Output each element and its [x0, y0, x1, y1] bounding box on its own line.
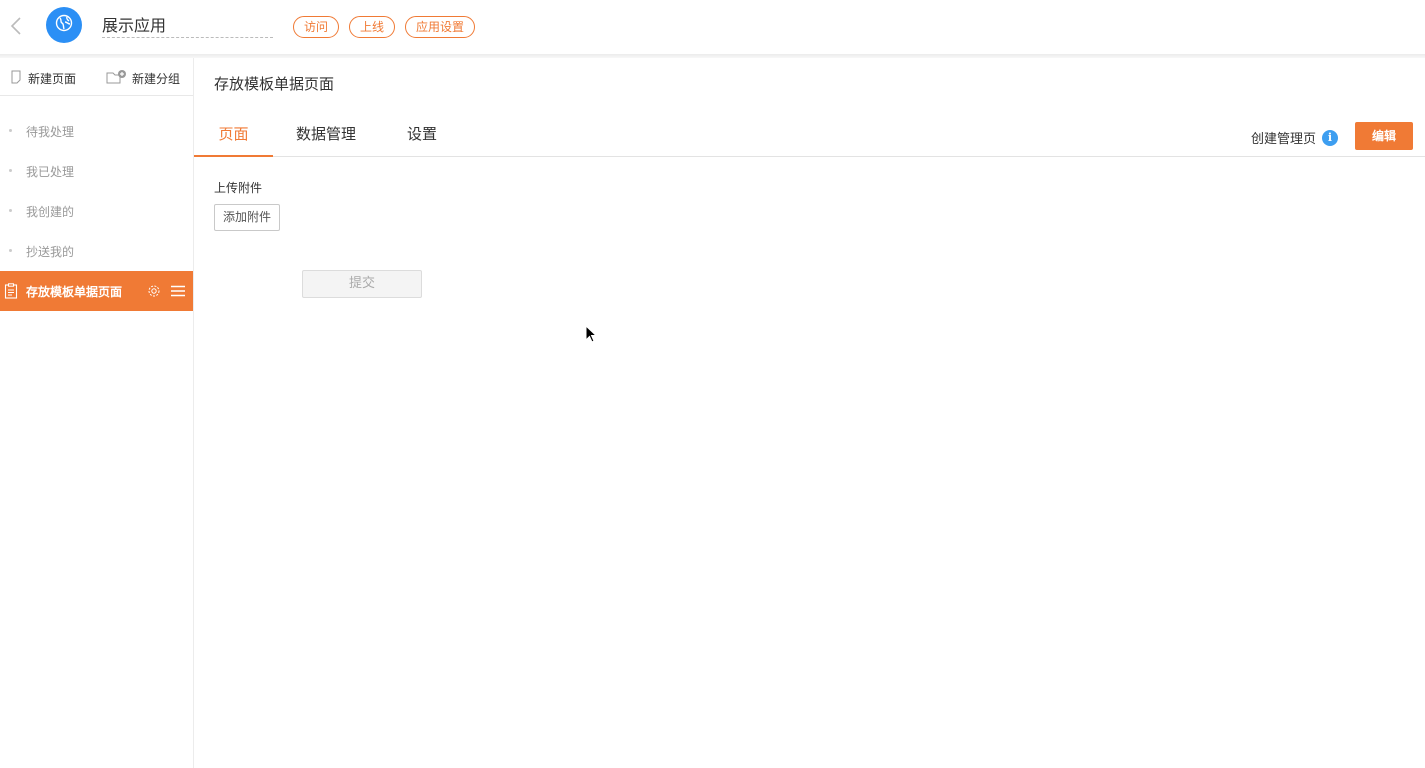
cursor-icon — [585, 324, 598, 347]
new-folder-icon — [106, 69, 128, 87]
tab-data-management[interactable]: 数据管理 — [296, 115, 356, 157]
submit-button[interactable]: 提交 — [302, 270, 422, 298]
bullet — [9, 169, 12, 172]
menu-icon[interactable] — [170, 284, 186, 301]
globe-icon — [55, 14, 73, 36]
visit-button[interactable]: 访问 — [293, 16, 339, 38]
gear-icon[interactable] — [147, 284, 161, 301]
tab-page[interactable]: 页面 — [194, 115, 273, 157]
publish-button[interactable]: 上线 — [349, 16, 395, 38]
sidebar-actions: 新建页面 新建分组 — [0, 58, 193, 96]
tab-bar: 页面 数据管理 设置 创建管理页 i — [194, 115, 1425, 157]
edit-button[interactable]: 编辑 — [1355, 122, 1413, 150]
create-manage-label: 创建管理页 — [1251, 132, 1317, 147]
new-page-button[interactable]: 新建页面 — [10, 68, 76, 88]
create-manage-page[interactable]: 创建管理页 i — [1251, 128, 1339, 147]
top-header: 展示应用 访问 上线 应用设置 — [0, 0, 1425, 54]
sidebar-item-label: 存放模板单据页面 — [26, 285, 123, 299]
new-page-icon — [10, 70, 24, 87]
main-content: 存放模板单据页面 页面 数据管理 设置 创建管理页 i 编辑 上传附件 添加附件… — [194, 58, 1425, 768]
sidebar-item-label: 抄送我的 — [26, 245, 75, 259]
sidebar: 新建页面 新建分组 待我处理 我已处理 我创建的 抄送我的 存放模板单据页面 — [0, 58, 194, 768]
info-icon[interactable]: i — [1322, 129, 1339, 146]
sidebar-item-label: 待我处理 — [26, 125, 75, 139]
sidebar-item-template-page[interactable]: 存放模板单据页面 — [0, 271, 193, 311]
document-icon — [4, 283, 18, 302]
sidebar-item-processed[interactable]: 我已处理 — [0, 151, 193, 191]
add-attachment-button[interactable]: 添加附件 — [214, 204, 280, 231]
tab-settings[interactable]: 设置 — [407, 115, 437, 157]
app-logo[interactable] — [46, 7, 82, 43]
app-name-field[interactable]: 展示应用 — [102, 15, 273, 38]
bullet — [9, 129, 12, 132]
bullet — [9, 249, 12, 252]
page-title: 存放模板单据页面 — [214, 75, 335, 93]
sidebar-item-label: 我已处理 — [26, 165, 75, 179]
upload-attachment-label: 上传附件 — [214, 181, 263, 195]
sidebar-item-created[interactable]: 我创建的 — [0, 191, 193, 231]
chevron-left-icon[interactable] — [6, 14, 26, 38]
new-group-label: 新建分组 — [132, 71, 181, 86]
new-group-button[interactable]: 新建分组 — [106, 68, 180, 88]
sidebar-item-label: 我创建的 — [26, 205, 75, 219]
bullet — [9, 209, 12, 212]
app-settings-button[interactable]: 应用设置 — [405, 16, 475, 38]
new-page-label: 新建页面 — [28, 71, 77, 86]
sidebar-item-cc[interactable]: 抄送我的 — [0, 231, 193, 271]
sidebar-nav: 待我处理 我已处理 我创建的 抄送我的 存放模板单据页面 — [0, 111, 193, 311]
sidebar-item-pending[interactable]: 待我处理 — [0, 111, 193, 151]
